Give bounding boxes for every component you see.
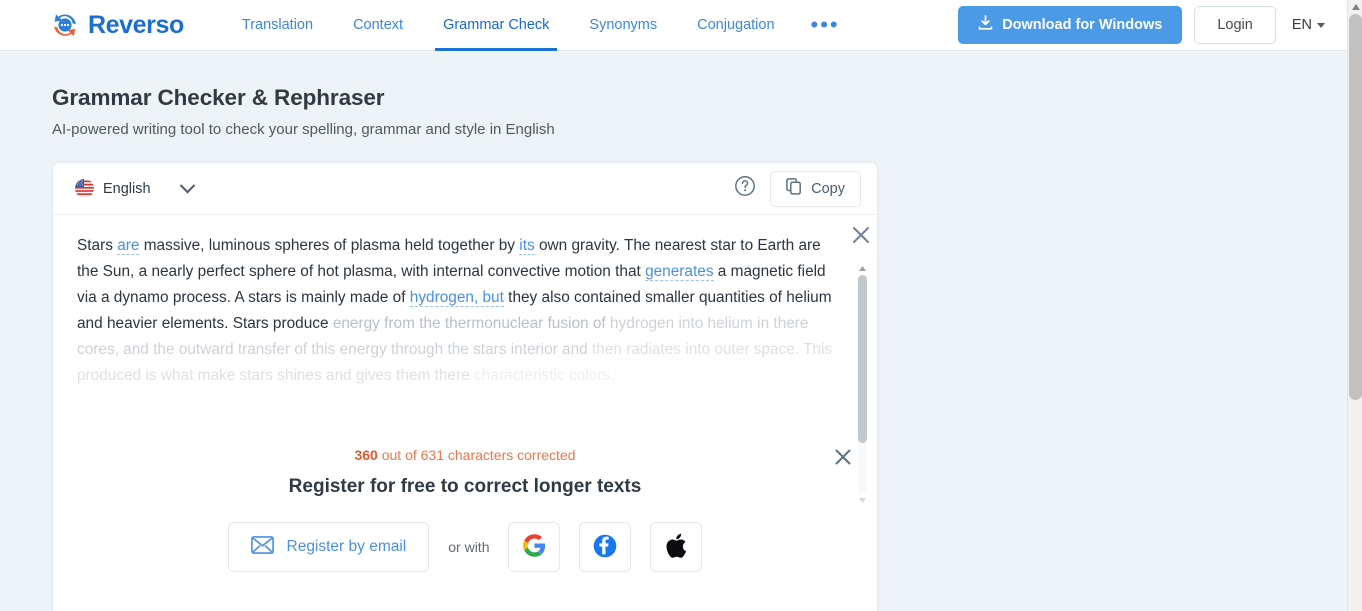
copy-button[interactable]: Copy — [770, 170, 861, 207]
editor-text[interactable]: Stars are massive, luminous spheres of p… — [77, 233, 837, 389]
reverso-logo-icon — [50, 10, 80, 40]
logo-link[interactable]: Reverso — [50, 10, 184, 40]
nav-item-synonyms[interactable]: Synonyms — [569, 0, 677, 51]
register-options-row: Register by email or with — [53, 522, 877, 572]
nav-item-context[interactable]: Context — [333, 0, 423, 51]
google-icon — [522, 534, 546, 560]
nav-item-translation[interactable]: Translation — [222, 0, 333, 51]
grammar-suggestion[interactable]: generates — [645, 263, 714, 281]
language-selector[interactable]: EN — [1288, 17, 1329, 33]
facebook-icon — [593, 534, 617, 561]
login-button[interactable]: Login — [1194, 6, 1276, 44]
download-for-windows-button[interactable]: Download for Windows — [958, 6, 1183, 44]
editor-text-segment: Stars — [77, 237, 118, 254]
grammar-suggestion[interactable]: are — [117, 237, 140, 255]
or-with-label: or with — [448, 539, 490, 555]
editor-text-segment: energy from the thermonuclear fusion of — [332, 315, 610, 332]
editor-text-segment: characteristic colors. — [473, 367, 615, 384]
copy-button-label: Copy — [811, 180, 845, 197]
browser-scrollbar[interactable] — [1347, 0, 1362, 611]
download-button-label: Download for Windows — [1002, 17, 1163, 33]
us-flag-icon — [75, 179, 94, 198]
nav-item-conjugation[interactable]: Conjugation — [677, 0, 794, 51]
editor-close-icon[interactable] — [849, 223, 873, 247]
characters-corrected-text: out of 631 characters corrected — [377, 447, 576, 463]
source-language-picker[interactable]: English — [75, 177, 195, 198]
editor-scrollbar-thumb[interactable] — [858, 275, 867, 443]
brand-name: Reverso — [88, 10, 184, 39]
banner-title: Register for free to correct longer text… — [288, 476, 642, 497]
language-selector-label: EN — [1291, 17, 1312, 33]
download-icon — [978, 15, 993, 35]
apple-icon — [665, 533, 687, 562]
apple-signin-button[interactable] — [650, 522, 703, 572]
card-toolbar-actions: Copy — [734, 170, 861, 207]
help-icon[interactable] — [734, 175, 756, 202]
register-by-email-label: Register by email — [286, 538, 407, 555]
banner-close-icon[interactable] — [831, 445, 855, 469]
character-count: 360 out of 631 characters corrected — [53, 447, 877, 463]
text-editor-area[interactable]: Stars are massive, luminous spheres of p… — [53, 215, 877, 503]
site-header: Reverso Translation Context Grammar Chec… — [0, 0, 1347, 51]
grammar-suggestion[interactable]: its — [519, 237, 535, 255]
google-signin-button[interactable] — [508, 522, 561, 572]
register-by-email-button[interactable]: Register by email — [227, 522, 430, 572]
nav-more-icon[interactable]: ••• — [795, 0, 856, 51]
characters-corrected-count: 360 — [354, 447, 378, 463]
main-nav: Translation Context Grammar Check Synony… — [222, 0, 856, 51]
chevron-down-icon — [179, 177, 195, 194]
page-subtitle: AI-powered writing tool to check your sp… — [52, 121, 555, 138]
grammar-checker-card: English Copy Stars are massive, luminous… — [52, 162, 878, 611]
chevron-down-icon — [1317, 22, 1325, 28]
header-actions: Download for Windows Login EN — [958, 6, 1329, 44]
envelope-icon — [250, 535, 274, 559]
nav-item-grammar-check[interactable]: Grammar Check — [423, 0, 569, 51]
page-heading-block: Grammar Checker & Rephraser AI-powered w… — [52, 85, 555, 138]
scroll-up-icon[interactable] — [858, 263, 867, 273]
facebook-signin-button[interactable] — [579, 522, 632, 572]
copy-icon — [786, 178, 802, 199]
card-toolbar: English Copy — [53, 163, 877, 215]
editor-text-segment: massive, luminous spheres of plasma held… — [139, 237, 520, 254]
grammar-suggestion[interactable]: hydrogen, but — [409, 289, 504, 307]
browser-scroll-up-icon[interactable] — [1348, 0, 1362, 14]
source-language-label: English — [103, 180, 151, 197]
browser-scrollbar-thumb[interactable] — [1349, 14, 1362, 400]
page-title: Grammar Checker & Rephraser — [52, 85, 385, 110]
register-banner: 360 out of 631 characters corrected Regi… — [53, 437, 877, 572]
